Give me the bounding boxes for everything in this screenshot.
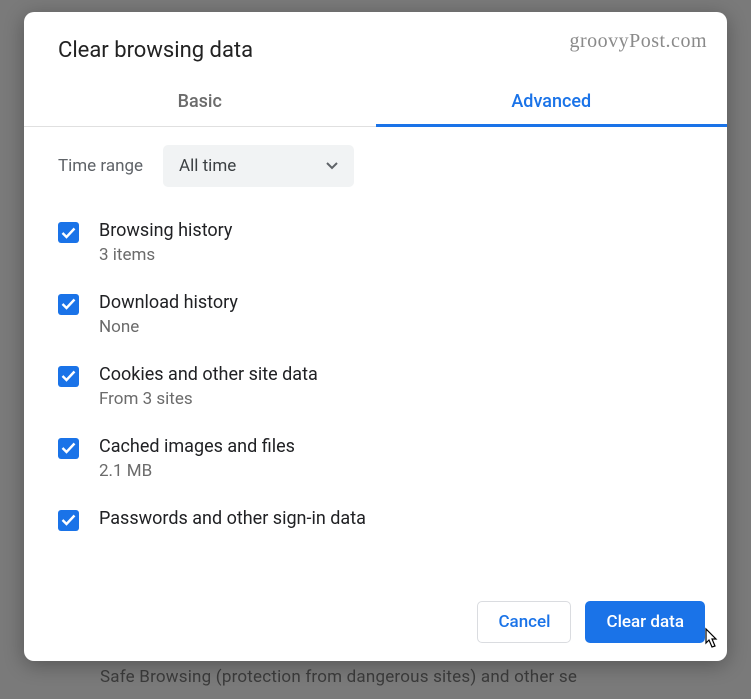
item-title: Cached images and files: [99, 434, 295, 460]
checkbox-cache[interactable]: [58, 438, 79, 459]
time-range-row: Time range All time: [58, 145, 701, 187]
time-range-select[interactable]: All time: [163, 145, 354, 187]
item-title: Browsing history: [99, 218, 232, 244]
list-item: Cookies and other site data From 3 sites: [58, 351, 701, 423]
checkbox-browsing-history[interactable]: [58, 222, 79, 243]
list-item: Cached images and files 2.1 MB: [58, 423, 701, 495]
item-subtitle: From 3 sites: [99, 388, 318, 412]
time-range-label: Time range: [58, 156, 143, 176]
checkbox-cookies[interactable]: [58, 366, 79, 387]
tab-advanced[interactable]: Advanced: [376, 75, 728, 126]
list-item: Browsing history 3 items: [58, 207, 701, 279]
checkbox-download-history[interactable]: [58, 294, 79, 315]
clear-data-button[interactable]: Clear data: [585, 601, 705, 643]
item-title: Passwords and other sign-in data: [99, 506, 366, 532]
tab-bar: Basic Advanced: [24, 75, 727, 127]
item-subtitle: None: [99, 316, 238, 340]
chevron-down-icon: [326, 162, 338, 170]
item-title: Cookies and other site data: [99, 362, 318, 388]
time-range-value: All time: [179, 156, 236, 176]
dialog-footer: Cancel Clear data: [24, 582, 727, 661]
item-subtitle: 2.1 MB: [99, 460, 295, 484]
watermark-text: groovyPost.com: [569, 30, 707, 53]
item-subtitle: 3 items: [99, 244, 232, 268]
item-title: Download history: [99, 290, 238, 316]
list-item: Passwords and other sign-in data: [58, 495, 701, 543]
list-item: Download history None: [58, 279, 701, 351]
checkbox-passwords[interactable]: [58, 510, 79, 531]
background-page-text: Safe Browsing (protection from dangerous…: [100, 667, 751, 687]
cancel-button[interactable]: Cancel: [477, 601, 571, 643]
tab-basic[interactable]: Basic: [24, 75, 376, 126]
clear-browsing-data-dialog: groovyPost.com Clear browsing data Basic…: [24, 12, 727, 661]
dialog-body: Time range All time Browsing history 3 i…: [24, 127, 727, 582]
